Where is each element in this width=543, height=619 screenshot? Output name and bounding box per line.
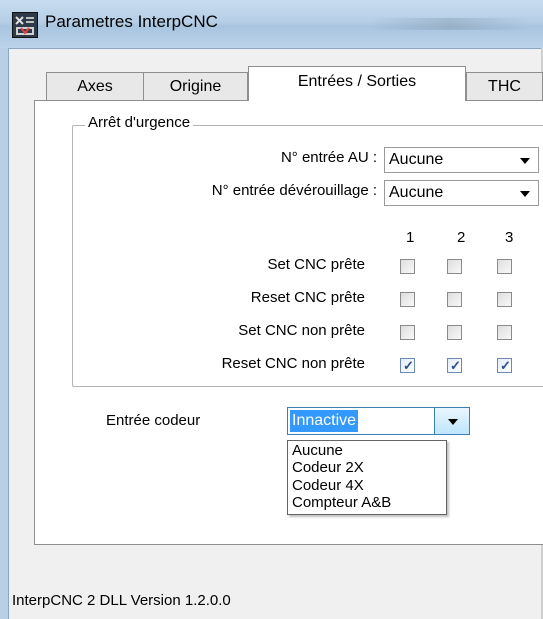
au-input-value: Aucune: [389, 151, 444, 168]
chevron-down-icon: [520, 158, 530, 164]
encoder-selected-value: Innactive: [290, 410, 359, 432]
chevron-down-icon: [520, 191, 530, 197]
window-title: Parametres InterpCNC: [45, 12, 218, 31]
encoder-option[interactable]: Aucune: [292, 443, 343, 459]
tab-label: Entrées / Sorties: [297, 73, 417, 90]
unlock-input-select[interactable]: Aucune: [384, 180, 539, 206]
encoder-label: Entrée codeur: [106, 412, 201, 429]
checkbox-row1-col1[interactable]: [400, 259, 415, 274]
column-header-1: 1: [406, 229, 415, 246]
checkmark-icon: ✓: [500, 358, 511, 373]
checkbox-row1-col3[interactable]: [497, 259, 512, 274]
version-label: InterpCNC 2 DLL Version 1.2.0.0: [12, 592, 231, 609]
encoder-dropdown-list: Aucune Codeur 2X Codeur 4X Compteur A&B: [287, 440, 447, 515]
tab-origine[interactable]: Origine: [143, 72, 248, 100]
checkbox-row3-col3[interactable]: [497, 325, 512, 340]
encoder-option[interactable]: Codeur 2X: [292, 460, 364, 476]
tab-axes[interactable]: Axes: [46, 72, 144, 100]
title-bar-controls: [370, 18, 530, 30]
au-input-select[interactable]: Aucune: [384, 147, 539, 173]
column-header-2: 2: [457, 229, 466, 246]
checkbox-row3-col1[interactable]: [400, 325, 415, 340]
row-label-set-cnc-prete: Set CNC prête: [267, 256, 365, 273]
checkbox-row2-col3[interactable]: [497, 292, 512, 307]
tab-label: Axes: [77, 78, 113, 95]
emergency-legend: Arrêt d'urgence: [85, 114, 194, 131]
checkbox-row2-col2[interactable]: [447, 292, 462, 307]
row-label-set-cnc-non-prete: Set CNC non prête: [238, 322, 365, 339]
app-icon[interactable]: [12, 12, 38, 38]
column-header-3: 3: [505, 229, 514, 246]
encoder-select[interactable]: Innactive: [287, 407, 437, 435]
checkbox-row1-col2[interactable]: [447, 259, 462, 274]
encoder-dropdown-button[interactable]: [434, 407, 470, 435]
checkmark-icon: ✓: [403, 358, 414, 373]
unlock-input-value: Aucune: [389, 184, 444, 201]
tab-thc[interactable]: THC: [466, 72, 543, 100]
au-input-label: N° entrée AU :: [280, 149, 377, 166]
encoder-option[interactable]: Codeur 4X: [292, 478, 364, 494]
tab-label: THC: [488, 78, 521, 95]
row-label-reset-cnc-non-prete: Reset CNC non prête: [221, 355, 365, 372]
checkbox-row4-col1[interactable]: ✓: [400, 358, 415, 373]
checkmark-icon: ✓: [450, 358, 461, 373]
encoder-option[interactable]: Compteur A&B: [292, 495, 391, 511]
checkbox-row2-col1[interactable]: [400, 292, 415, 307]
unlock-input-label: N° entrée dévérouillage :: [211, 182, 377, 199]
title-bar[interactable]: Parametres InterpCNC: [0, 0, 543, 49]
tab-label: Origine: [169, 78, 222, 95]
checkbox-row3-col2[interactable]: [447, 325, 462, 340]
checkbox-row4-col3[interactable]: ✓: [497, 358, 512, 373]
tab-entrees-sorties[interactable]: Entrées / Sorties: [248, 66, 466, 101]
row-label-reset-cnc-prete: Reset CNC prête: [250, 289, 365, 306]
chevron-down-icon: [448, 419, 458, 425]
checkbox-row4-col2[interactable]: ✓: [447, 358, 462, 373]
window-frame-left: [0, 48, 9, 619]
